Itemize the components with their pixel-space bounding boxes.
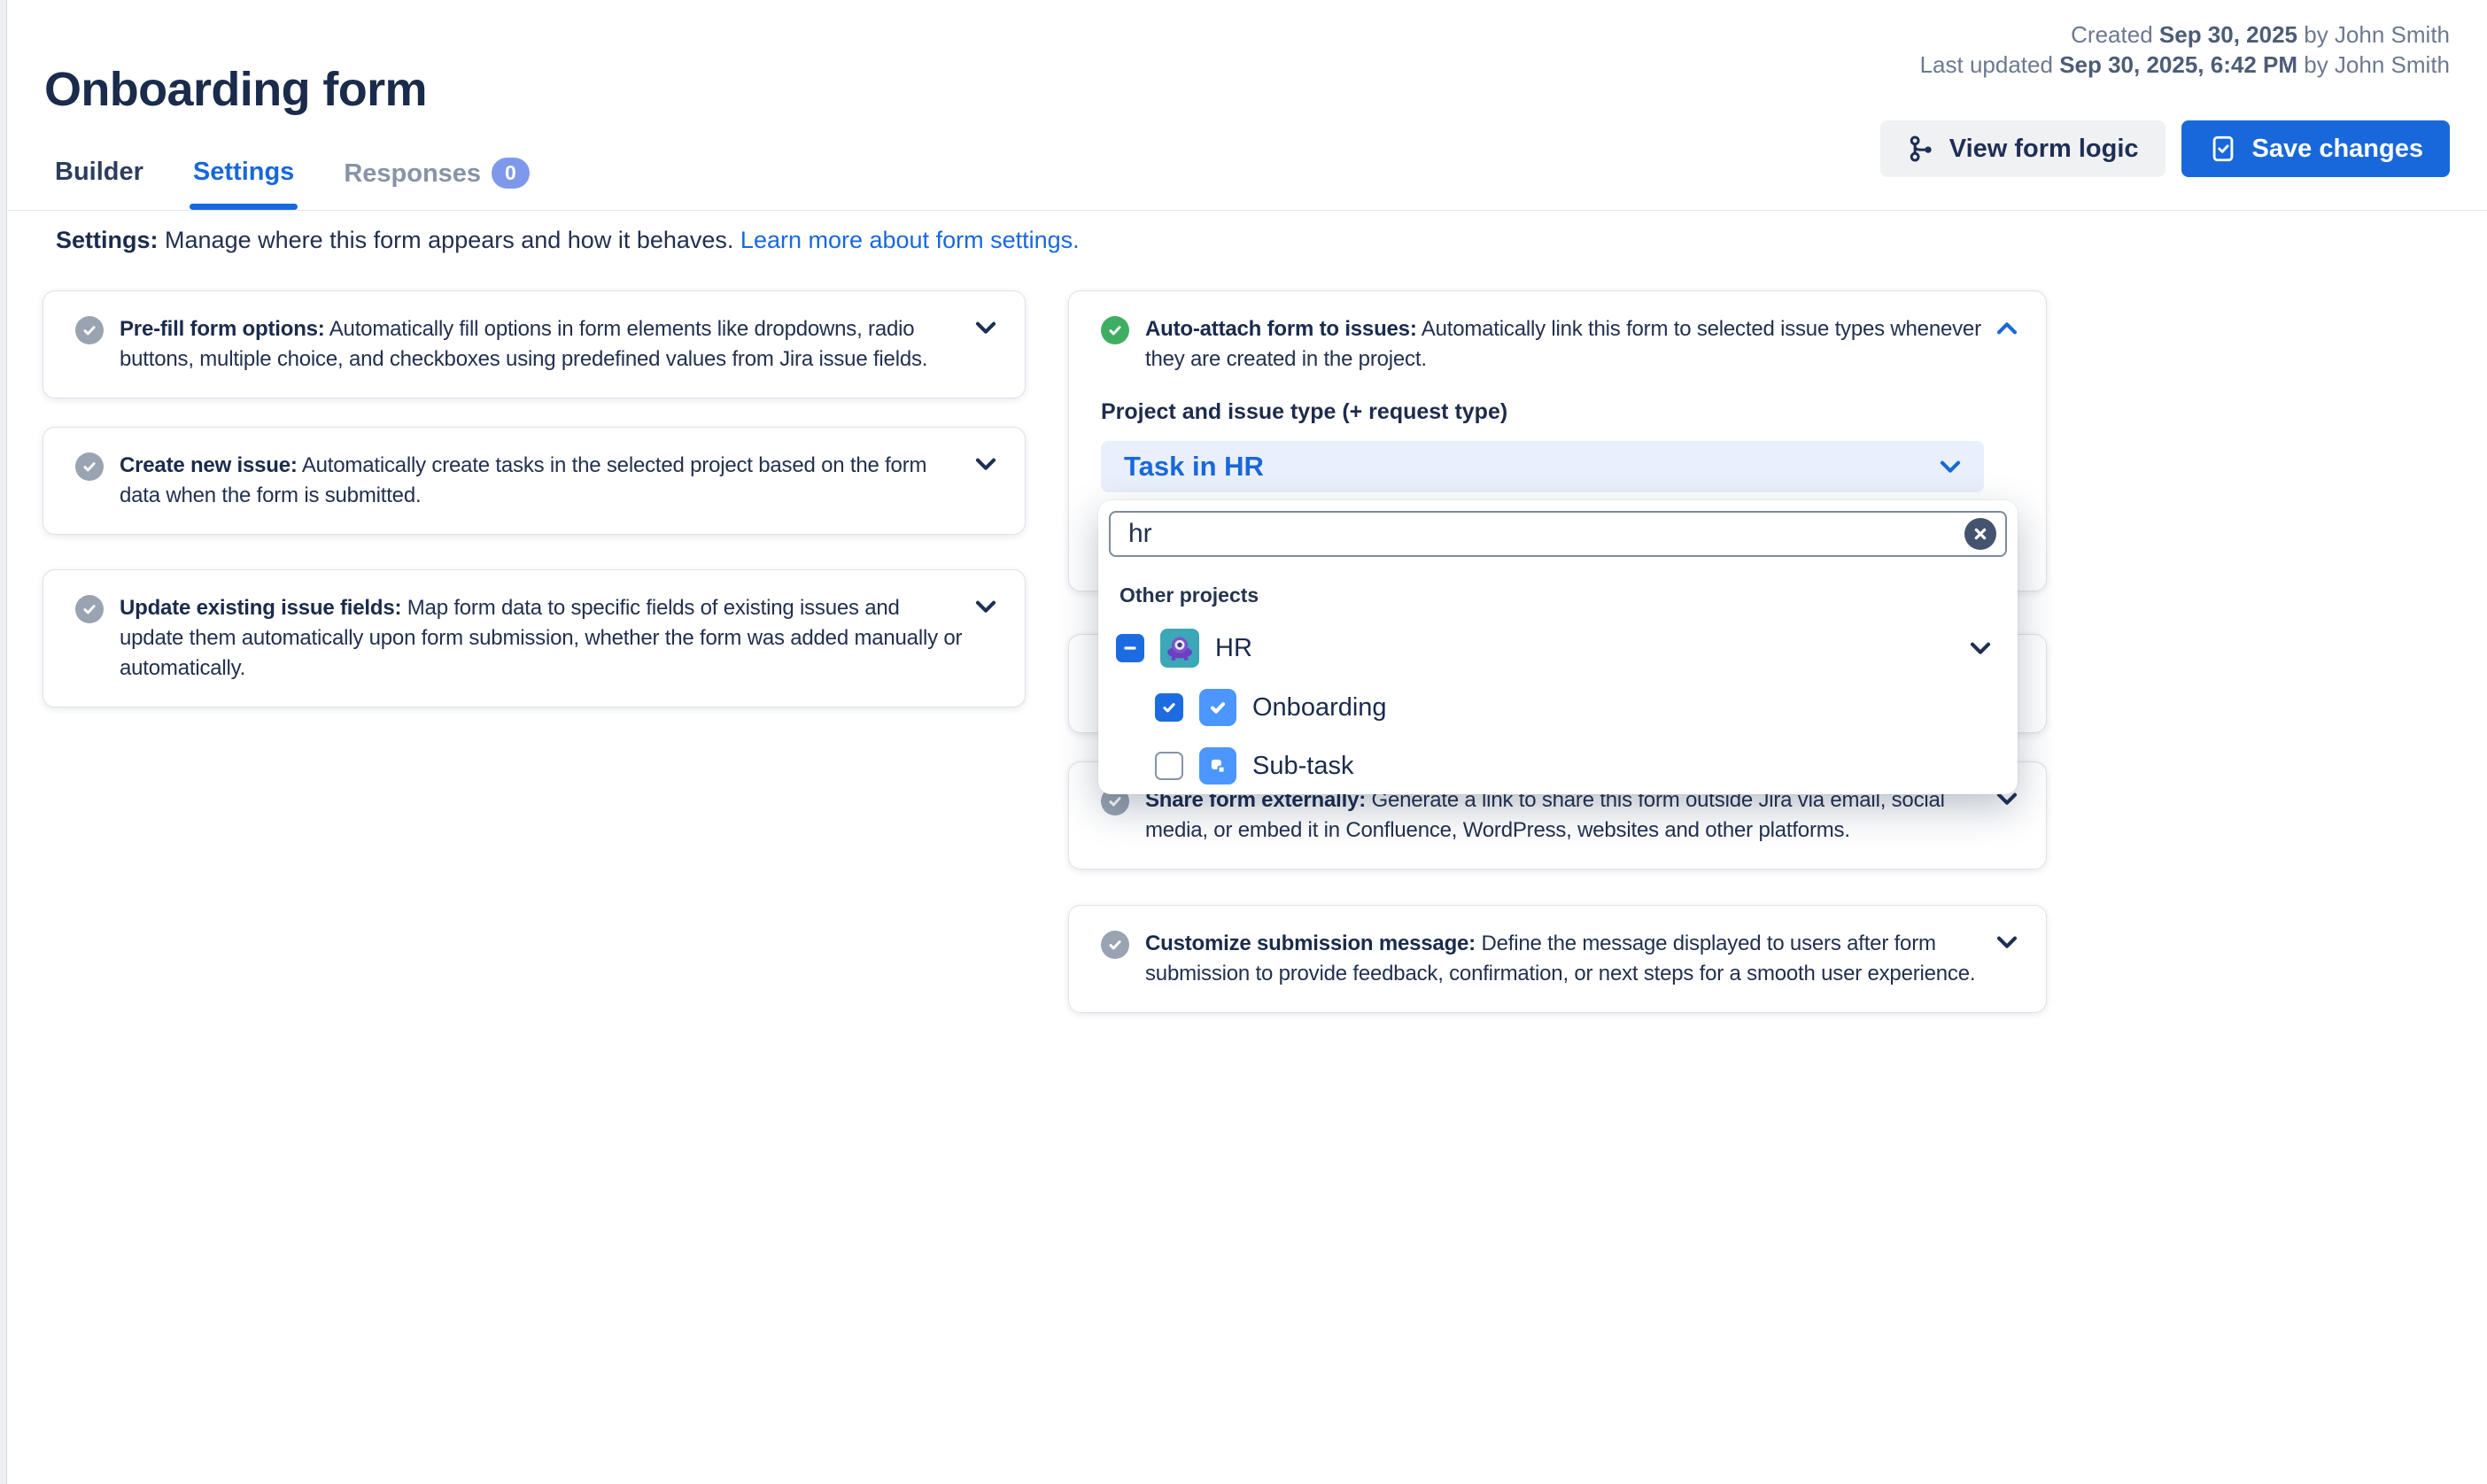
form-settings-page: Onboarding form Created Sep 30, 2025 by …: [0, 0, 2487, 1484]
dropdown-group-label: Other projects: [1120, 584, 2007, 607]
tab-builder[interactable]: Builder: [55, 158, 143, 210]
updated-label: Last updated: [1920, 51, 2053, 78]
document-check-icon: [2208, 134, 2238, 164]
selected-issue-type-value: Task in HR: [1124, 451, 1264, 483]
card-customize-text: Customize submission message: Define the…: [1145, 929, 1984, 989]
settings-description: Settings: Manage where this form appears…: [56, 227, 1080, 254]
branch-logic-icon: [1907, 135, 1935, 163]
chevron-down-icon[interactable]: [1970, 642, 1991, 655]
tab-responses-label: Responses: [344, 159, 481, 188]
chevron-down-icon[interactable]: [1996, 936, 2018, 949]
issue-type-label: Onboarding: [1252, 693, 1387, 723]
card-prefill-title: Pre-fill form options:: [120, 317, 325, 341]
card-prefill-text: Pre-fill form options: Automatically fil…: [120, 314, 963, 375]
card-update-existing-title: Update existing issue fields:: [120, 596, 401, 620]
card-auto-attach-title: Auto-attach form to issues:: [1145, 317, 1417, 341]
updated-by: by John Smith: [2304, 51, 2450, 78]
save-changes-button[interactable]: Save changes: [2181, 120, 2450, 177]
tab-bar: Builder Settings Responses 0: [55, 158, 530, 210]
issue-type-row-subtask[interactable]: Sub-task: [1109, 747, 2007, 785]
chevron-up-icon[interactable]: [1996, 321, 2018, 335]
search-input[interactable]: [1109, 511, 2007, 557]
card-share-text: Share form externally: Generate a link t…: [1145, 785, 1984, 846]
card-auto-attach-text: Auto-attach form to issues: Automaticall…: [1145, 314, 1984, 375]
active-check-icon: [1101, 316, 1129, 344]
card-customize-title: Customize submission message:: [1145, 931, 1476, 955]
project-name-label: HR: [1215, 634, 1252, 663]
learn-more-link[interactable]: Learn more about form settings.: [740, 227, 1080, 253]
project-issue-type-select[interactable]: Task in HR: [1101, 441, 1984, 492]
tab-settings[interactable]: Settings: [193, 158, 294, 210]
card-create-new-title: Create new issue:: [120, 453, 298, 477]
page-title: Onboarding form: [44, 62, 427, 117]
tab-responses[interactable]: Responses 0: [344, 158, 530, 210]
inactive-check-icon: [1101, 931, 1129, 959]
project-issue-type-label: Project and issue type (+ request type): [1101, 399, 1984, 425]
updated-date: Sep 30, 2025, 6:42 PM: [2059, 51, 2297, 78]
project-row-hr[interactable]: HR: [1109, 629, 2007, 668]
inactive-check-icon: [75, 316, 104, 344]
checkbox-indeterminate[interactable]: [1116, 634, 1144, 662]
dropdown-search: [1109, 511, 2007, 557]
card-create-new-issue[interactable]: Create new issue: Automatically create t…: [43, 427, 1026, 535]
created-date: Sep 30, 2025: [2159, 21, 2297, 48]
subtask-icon: [1199, 747, 1236, 785]
view-form-logic-button[interactable]: View form logic: [1880, 120, 2165, 177]
responses-count-badge: 0: [492, 158, 530, 189]
card-customize-submission[interactable]: Customize submission message: Define the…: [1068, 905, 2047, 1013]
chevron-down-icon: [1940, 460, 1961, 474]
inactive-check-icon: [75, 452, 104, 481]
updated-line: Last updated Sep 30, 2025, 6:42 PM by Jo…: [1920, 50, 2450, 80]
issue-type-label: Sub-task: [1252, 752, 1353, 781]
issue-type-row-onboarding[interactable]: Onboarding: [1109, 689, 2007, 726]
card-create-new-text: Create new issue: Automatically create t…: [120, 451, 963, 511]
save-changes-label: Save changes: [2252, 135, 2423, 164]
form-meta: Created Sep 30, 2025 by John Smith Last …: [1920, 19, 2450, 80]
checkbox-unchecked[interactable]: [1155, 752, 1183, 780]
card-update-existing-text: Update existing issue fields: Map form d…: [120, 593, 963, 684]
tabs-divider: [8, 210, 2487, 211]
chevron-down-icon[interactable]: [975, 600, 996, 614]
clear-search-button[interactable]: [1964, 518, 1996, 550]
chevron-down-icon[interactable]: [975, 321, 996, 335]
settings-description-lead: Settings:: [56, 227, 159, 253]
task-icon: [1199, 689, 1236, 726]
created-by: by John Smith: [2304, 21, 2450, 48]
hr-project-avatar-icon: [1160, 629, 1199, 668]
settings-description-body: Manage where this form appears and how i…: [165, 227, 733, 253]
chevron-down-icon[interactable]: [975, 458, 996, 471]
card-prefill-form-options[interactable]: Pre-fill form options: Automatically fil…: [43, 290, 1026, 398]
created-line: Created Sep 30, 2025 by John Smith: [1920, 19, 2450, 50]
checkbox-checked[interactable]: [1155, 693, 1183, 722]
project-issue-type-dropdown: Other projects HR: [1098, 500, 2018, 794]
chevron-down-icon[interactable]: [1996, 792, 2018, 806]
left-edge-strip: [0, 0, 7, 1484]
header-actions: View form logic Save changes: [1880, 120, 2450, 177]
card-update-existing-fields[interactable]: Update existing issue fields: Map form d…: [43, 569, 1026, 707]
view-form-logic-label: View form logic: [1949, 135, 2139, 164]
created-label: Created: [2071, 21, 2153, 48]
close-icon: [1973, 527, 1987, 541]
inactive-check-icon: [75, 595, 104, 623]
